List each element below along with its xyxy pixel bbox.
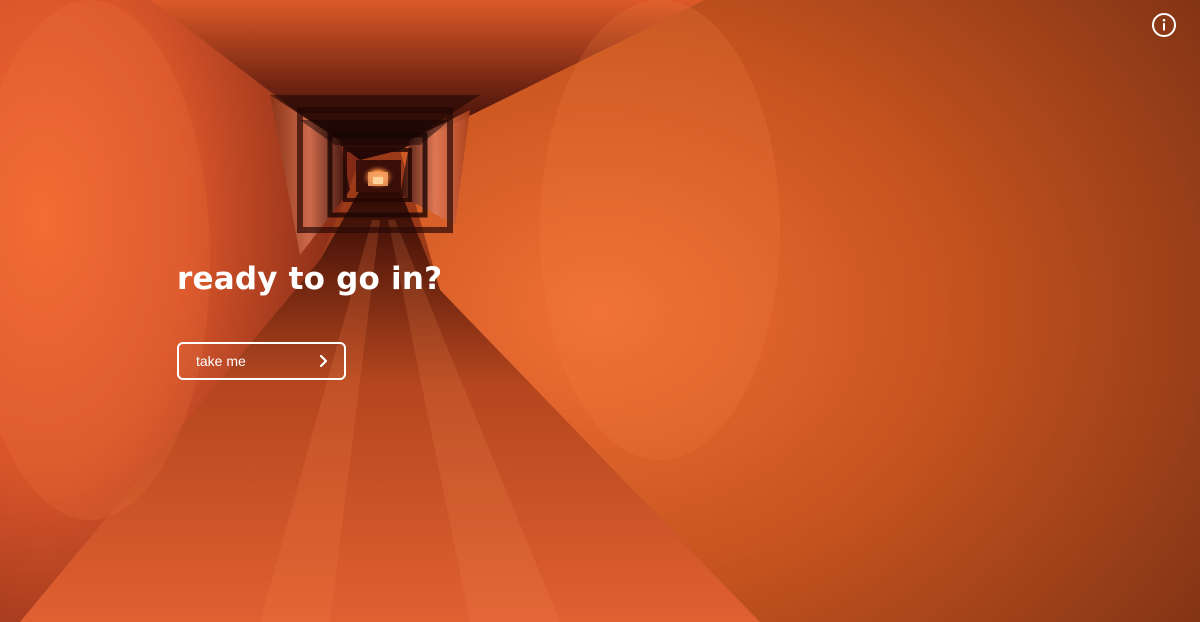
- take-me-button-label: take me: [196, 353, 246, 369]
- info-button[interactable]: [1152, 13, 1176, 37]
- info-icon: [1162, 18, 1166, 31]
- chevron-right-icon: [319, 354, 328, 368]
- tunnel-background: [0, 0, 1200, 622]
- hero: ready to go in?: [177, 255, 442, 303]
- tunnel-scene: ready to go in? take me: [0, 0, 1200, 622]
- take-me-button[interactable]: take me: [177, 342, 346, 380]
- headline: ready to go in?: [177, 261, 443, 297]
